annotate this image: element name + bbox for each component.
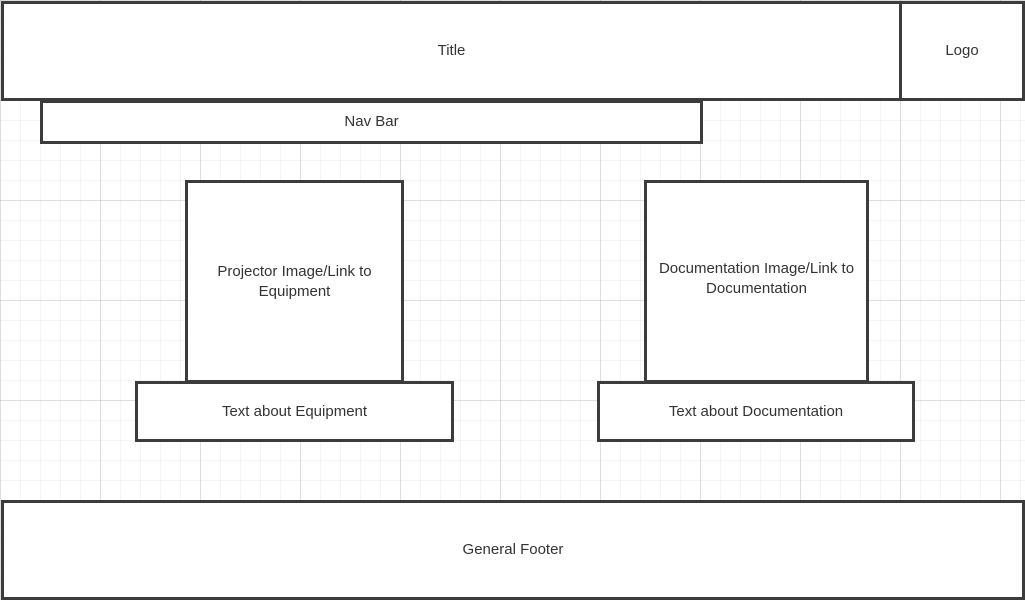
documentation-text-label: Text about Documentation <box>668 402 844 420</box>
nav-bar-label: Nav Bar <box>344 113 399 130</box>
documentation-text-block: Text about Documentation <box>597 381 915 442</box>
nav-bar-block[interactable]: Nav Bar <box>40 100 703 144</box>
logo-label: Logo <box>945 42 979 59</box>
footer-block: General Footer <box>1 500 1025 600</box>
projector-image-link-label: Projector Image/Link to Equipment <box>217 262 372 300</box>
title-label: Title <box>437 42 466 59</box>
title-block: Title <box>1 1 902 101</box>
documentation-image-link-block[interactable]: Documentation Image/Link to Documentatio… <box>644 180 869 383</box>
footer-label: General Footer <box>462 541 564 558</box>
projector-image-link-block[interactable]: Projector Image/Link to Equipment <box>185 180 404 383</box>
logo-block[interactable]: Logo <box>899 1 1025 101</box>
documentation-image-link-label: Documentation Image/Link to Documentatio… <box>658 259 855 297</box>
equipment-text-block: Text about Equipment <box>135 381 454 442</box>
equipment-text-label: Text about Equipment <box>221 402 368 420</box>
